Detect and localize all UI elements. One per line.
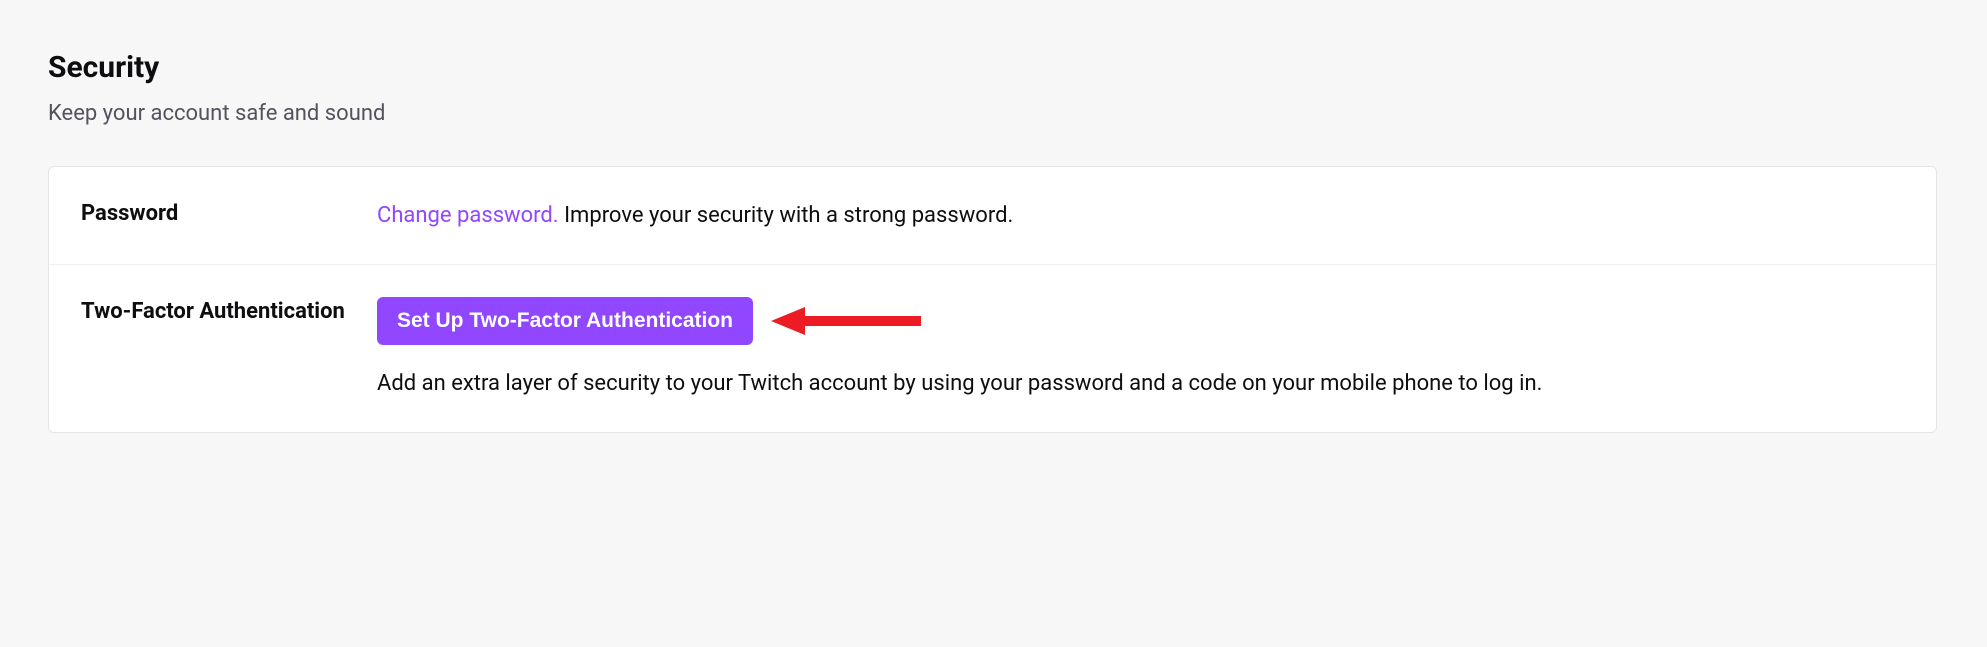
change-password-link[interactable]: Change password. [377,203,559,228]
security-section: Security Keep your account safe and soun… [0,0,1987,483]
section-title: Security [48,50,1937,85]
annotation-arrow-icon [771,303,926,339]
twofa-content: Set Up Two-Factor Authentication Add an … [377,297,1904,400]
twofa-row: Two-Factor Authentication Set Up Two-Fac… [49,265,1936,432]
password-label: Password [81,199,377,232]
security-card: Password Change password. Improve your s… [48,166,1937,433]
password-description: Improve your security with a strong pass… [559,203,1014,228]
section-subtitle: Keep your account safe and sound [48,101,1937,126]
twofa-button-row: Set Up Two-Factor Authentication [377,297,1904,345]
twofa-label: Two-Factor Authentication [81,297,377,400]
setup-twofa-button[interactable]: Set Up Two-Factor Authentication [377,297,753,345]
twofa-description: Add an extra layer of security to your T… [377,367,1904,400]
password-row: Password Change password. Improve your s… [49,167,1936,265]
password-content: Change password. Improve your security w… [377,199,1904,232]
